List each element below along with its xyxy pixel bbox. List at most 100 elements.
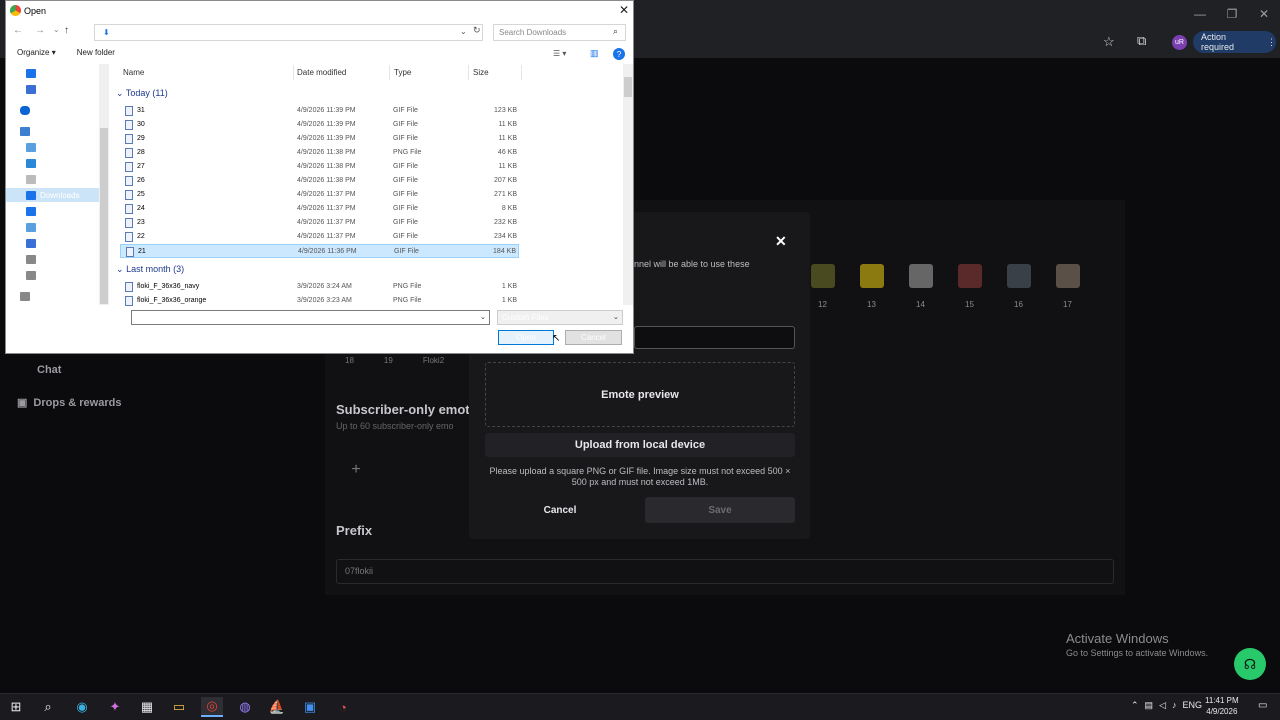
file-row[interactable]: 27 4/9/2026 11:38 PM GIF File 11 KB <box>120 160 519 174</box>
chevron-up-icon[interactable]: ⌃ <box>1131 700 1139 711</box>
breadcrumb-item[interactable]: Downloads <box>168 28 208 37</box>
minimize-icon[interactable]: — <box>1184 0 1216 28</box>
nav-item-videos[interactable]: Videos <box>26 82 64 96</box>
file-row[interactable]: 21 4/9/2026 11:36 PM GIF File 184 KB <box>120 244 519 258</box>
prefix-input[interactable]: 07flokii <box>336 559 1114 584</box>
store-icon[interactable]: ▦ <box>136 697 158 717</box>
file-row[interactable]: floki_F_36x36_navy 3/9/2026 3:24 AM PNG Fi… <box>120 280 519 294</box>
file-name: floki_F_36x36_navy <box>137 283 200 290</box>
emote-item[interactable]: 13 <box>854 264 889 309</box>
nav-item-pictures[interactable]: Pictures <box>26 220 69 234</box>
breadcrumb[interactable]: ⬇ › This PC › Downloads <box>94 24 483 41</box>
file-explorer-icon[interactable]: ▭ <box>168 697 190 717</box>
emote-item[interactable]: 12 <box>805 264 840 309</box>
nav-item-downloads[interactable]: Downloads <box>6 188 100 202</box>
group-header-last-month[interactable]: ⌄ Last month (3) <box>116 264 184 275</box>
cloud-icon <box>20 105 30 115</box>
sidebar-item-drops[interactable]: ▣ Drops & rewards <box>17 396 121 410</box>
help-icon[interactable]: ? <box>613 48 625 60</box>
file-row[interactable]: 30 4/9/2026 11:39 PM GIF File 11 KB <box>120 118 519 132</box>
windows-start-icon[interactable]: ⊞ <box>5 697 27 717</box>
steam-icon[interactable]: ⛵ <box>266 697 288 717</box>
group-header-today[interactable]: ⌄ Today (11) <box>116 88 168 99</box>
search-icon[interactable]: ⌕ <box>37 697 59 717</box>
file-row[interactable]: 26 4/9/2026 11:38 PM GIF File 207 KB <box>120 174 519 188</box>
preview-pane-icon[interactable]: ▥ <box>590 48 599 59</box>
edge-icon[interactable]: ◉ <box>71 697 93 717</box>
file-row[interactable]: 22 4/9/2026 11:37 PM GIF File 234 KB <box>120 230 519 244</box>
file-row[interactable]: 23 4/9/2026 11:37 PM GIF File 232 KB <box>120 216 519 230</box>
cancel-button[interactable]: Cancel <box>565 330 622 345</box>
emote-name-input[interactable] <box>634 326 795 349</box>
file-scrollbar-thumb[interactable] <box>624 77 632 97</box>
language-indicator[interactable]: ENG <box>1182 700 1202 711</box>
file-name-input[interactable]: 21 <box>131 310 490 325</box>
forward-icon[interactable]: → <box>35 25 45 36</box>
file-row[interactable]: 31 4/9/2026 11:39 PM GIF File 123 KB <box>120 104 519 118</box>
notification-icon[interactable]: ▭ <box>1258 700 1267 711</box>
up-icon[interactable]: ↑ <box>64 25 69 36</box>
file-type-select[interactable]: Custom Files <box>497 310 623 325</box>
app-window-icon[interactable]: ▣ <box>299 697 321 717</box>
refresh-icon[interactable]: ↻ <box>473 25 481 36</box>
add-emote-button[interactable]: + <box>336 450 376 490</box>
nav-item-videos[interactable]: Videos <box>26 236 64 250</box>
file-row[interactable]: 24 4/9/2026 11:37 PM GIF File 8 KB <box>120 202 519 216</box>
nav-item-music[interactable]: Music <box>26 204 61 218</box>
nav-item-local-disk[interactable]: Local Disk (C:) <box>26 252 92 266</box>
volume-icon[interactable]: ◁ <box>1159 700 1166 711</box>
chevron-down-icon[interactable]: ⌄ <box>480 313 486 321</box>
support-chat-icon[interactable]: ☊ <box>1234 648 1266 680</box>
new-folder-button[interactable]: New folder <box>77 48 115 57</box>
file-row[interactable]: 28 4/9/2026 11:38 PM PNG File 46 KB <box>120 146 519 160</box>
copilot-icon[interactable]: ✦ <box>104 697 126 717</box>
modal-save-button[interactable]: Save <box>645 497 795 523</box>
speaker-icon[interactable]: ♪ <box>1172 700 1177 711</box>
search-input[interactable]: Search Downloads <box>493 24 626 41</box>
clock[interactable]: 11:41 PM 4/9/2026 <box>1205 695 1239 717</box>
nav-item-documents[interactable]: Documents <box>26 172 80 186</box>
nav-item-new-volume[interactable]: New Volume (D: <box>26 268 98 282</box>
chevron-down-icon[interactable]: ⌄ <box>460 27 467 36</box>
nav-item-3d-objects[interactable]: 3D Objects <box>26 140 80 154</box>
column-date[interactable]: Date modified <box>297 68 346 77</box>
close-icon[interactable]: ✕ <box>619 3 629 17</box>
nav-item-new-volume[interactable]: New Volume (D:) <box>20 289 94 303</box>
profile-avatar[interactable]: uR <box>1172 35 1187 50</box>
file-scrollbar[interactable] <box>623 64 633 305</box>
sidebar-item-chat[interactable]: Chat <box>37 364 61 376</box>
emote-item[interactable]: 14 <box>903 264 938 309</box>
open-button[interactable]: Open <box>498 330 554 345</box>
nav-scrollbar-thumb[interactable] <box>100 128 108 304</box>
column-size[interactable]: Size <box>473 68 489 77</box>
file-row[interactable]: floki_F_36x36_orange 3/9/2026 3:23 AM PNG … <box>120 294 519 308</box>
back-icon[interactable]: ← <box>13 25 23 36</box>
upload-button[interactable]: Upload from local device <box>485 433 795 457</box>
network-icon[interactable]: ▤ <box>1145 700 1154 711</box>
close-window-icon[interactable]: ✕ <box>1248 0 1280 28</box>
file-row[interactable]: 29 4/9/2026 11:39 PM GIF File 11 KB <box>120 132 519 146</box>
app-gauge-icon[interactable]: ◔ <box>332 697 354 717</box>
emote-item[interactable]: 17 <box>1050 264 1085 309</box>
close-icon[interactable]: ✕ <box>775 233 787 250</box>
chevron-down-icon[interactable]: ⌄ <box>53 25 60 34</box>
emote-item[interactable]: 15 <box>952 264 987 309</box>
file-row[interactable]: 25 4/9/2026 11:37 PM GIF File 271 KB <box>120 188 519 202</box>
nav-item-this-pc[interactable]: This PC <box>20 124 62 138</box>
column-name[interactable]: Name <box>123 68 144 77</box>
organize-button[interactable]: Organize ▾ <box>17 48 56 57</box>
emote-item[interactable]: 16 <box>1001 264 1036 309</box>
restore-icon[interactable]: ❐ <box>1216 0 1248 28</box>
modal-cancel-button[interactable]: Cancel <box>520 497 600 523</box>
nav-item-onedrive[interactable]: OneDrive - Persor <box>20 103 98 117</box>
breadcrumb-item[interactable]: This PC <box>124 28 152 37</box>
action-required-button[interactable]: Action required ⋮ <box>1193 31 1276 53</box>
app-icon[interactable]: ◍ <box>234 697 256 717</box>
column-type[interactable]: Type <box>394 68 411 77</box>
nav-item-music[interactable]: Music <box>26 66 61 80</box>
nav-item-desktop[interactable]: Desktop <box>26 156 69 170</box>
chrome-icon[interactable]: ◎ <box>201 697 223 717</box>
extensions-icon[interactable]: ⧉ <box>1137 33 1146 49</box>
bookmark-star-icon[interactable]: ☆ <box>1103 34 1115 50</box>
view-options-icon[interactable]: ☰ ▾ <box>553 49 566 58</box>
